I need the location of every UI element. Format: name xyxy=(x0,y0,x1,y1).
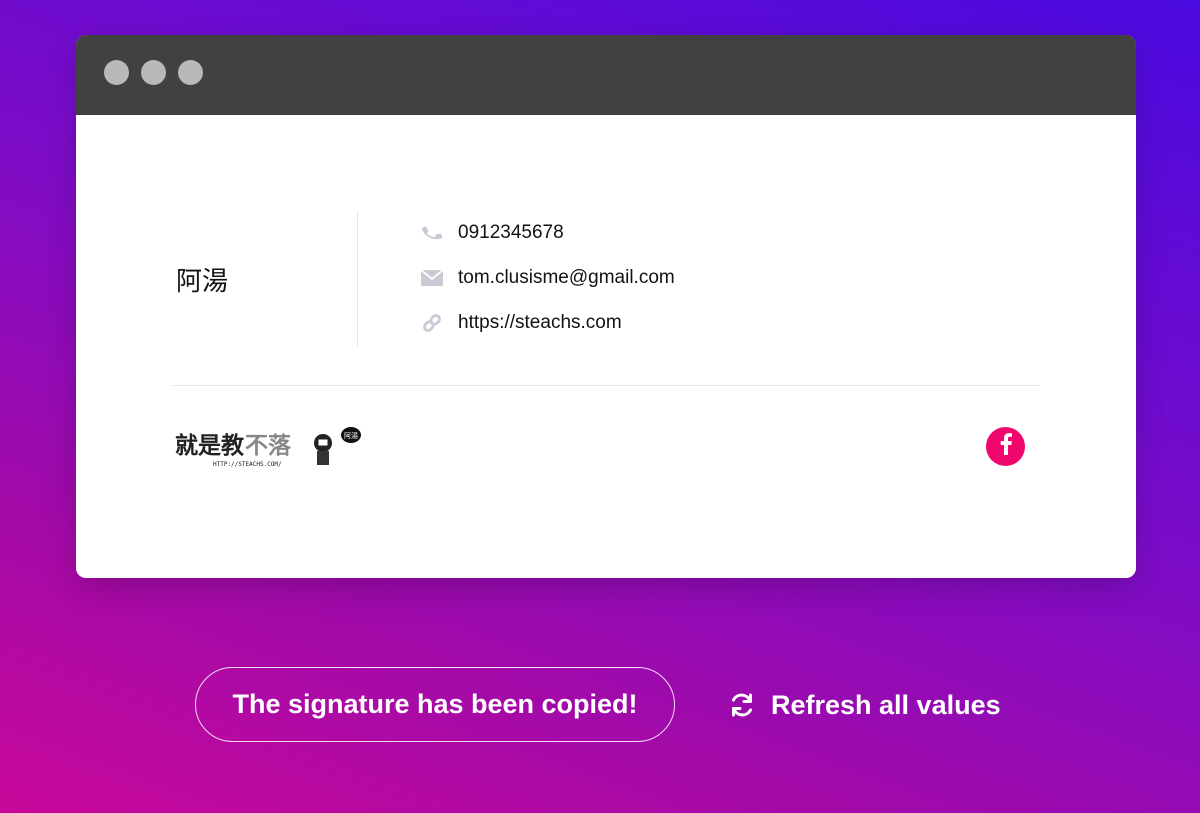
svg-text:不落: 不落 xyxy=(245,433,292,459)
phone-icon xyxy=(420,221,444,245)
window-dot-1 xyxy=(104,60,129,85)
phone-text: 0912345678 xyxy=(458,222,564,243)
contact-phone-row: 0912345678 xyxy=(420,221,564,245)
contact-email-row: tom.clusisme@gmail.com xyxy=(420,266,675,290)
window-dot-2 xyxy=(141,60,166,85)
horizontal-divider xyxy=(173,385,1040,386)
refresh-all-values-button[interactable]: Refresh all values xyxy=(728,683,1001,727)
website-text: https://steachs.com xyxy=(458,312,622,333)
steachs-logo: 就是教 不落 HTTP://STEACHS.COM/ 阿湯 xyxy=(173,425,368,469)
svg-text:就是教: 就是教 xyxy=(175,432,245,459)
contact-website-row: https://steachs.com xyxy=(420,311,622,335)
mail-icon xyxy=(420,266,444,290)
copy-signature-button[interactable]: The signature has been copied! xyxy=(195,667,675,742)
svg-text:阿湯: 阿湯 xyxy=(344,431,358,440)
signature-name: 阿湯 xyxy=(176,267,229,297)
copy-status-label: The signature has been copied! xyxy=(232,689,638,719)
window-titlebar xyxy=(76,35,1136,115)
svg-text:HTTP://STEACHS.COM/: HTTP://STEACHS.COM/ xyxy=(213,461,282,468)
refresh-icon xyxy=(728,691,756,719)
vertical-divider xyxy=(357,211,358,346)
email-text: tom.clusisme@gmail.com xyxy=(458,267,675,288)
refresh-label: Refresh all values xyxy=(771,689,1001,720)
link-icon xyxy=(420,311,444,335)
window-dot-3 xyxy=(178,60,203,85)
signature-preview-window: 阿湯 0912345678 tom.clusisme@gmail.com htt… xyxy=(76,35,1136,578)
facebook-icon xyxy=(999,433,1013,460)
facebook-button[interactable] xyxy=(986,427,1025,466)
